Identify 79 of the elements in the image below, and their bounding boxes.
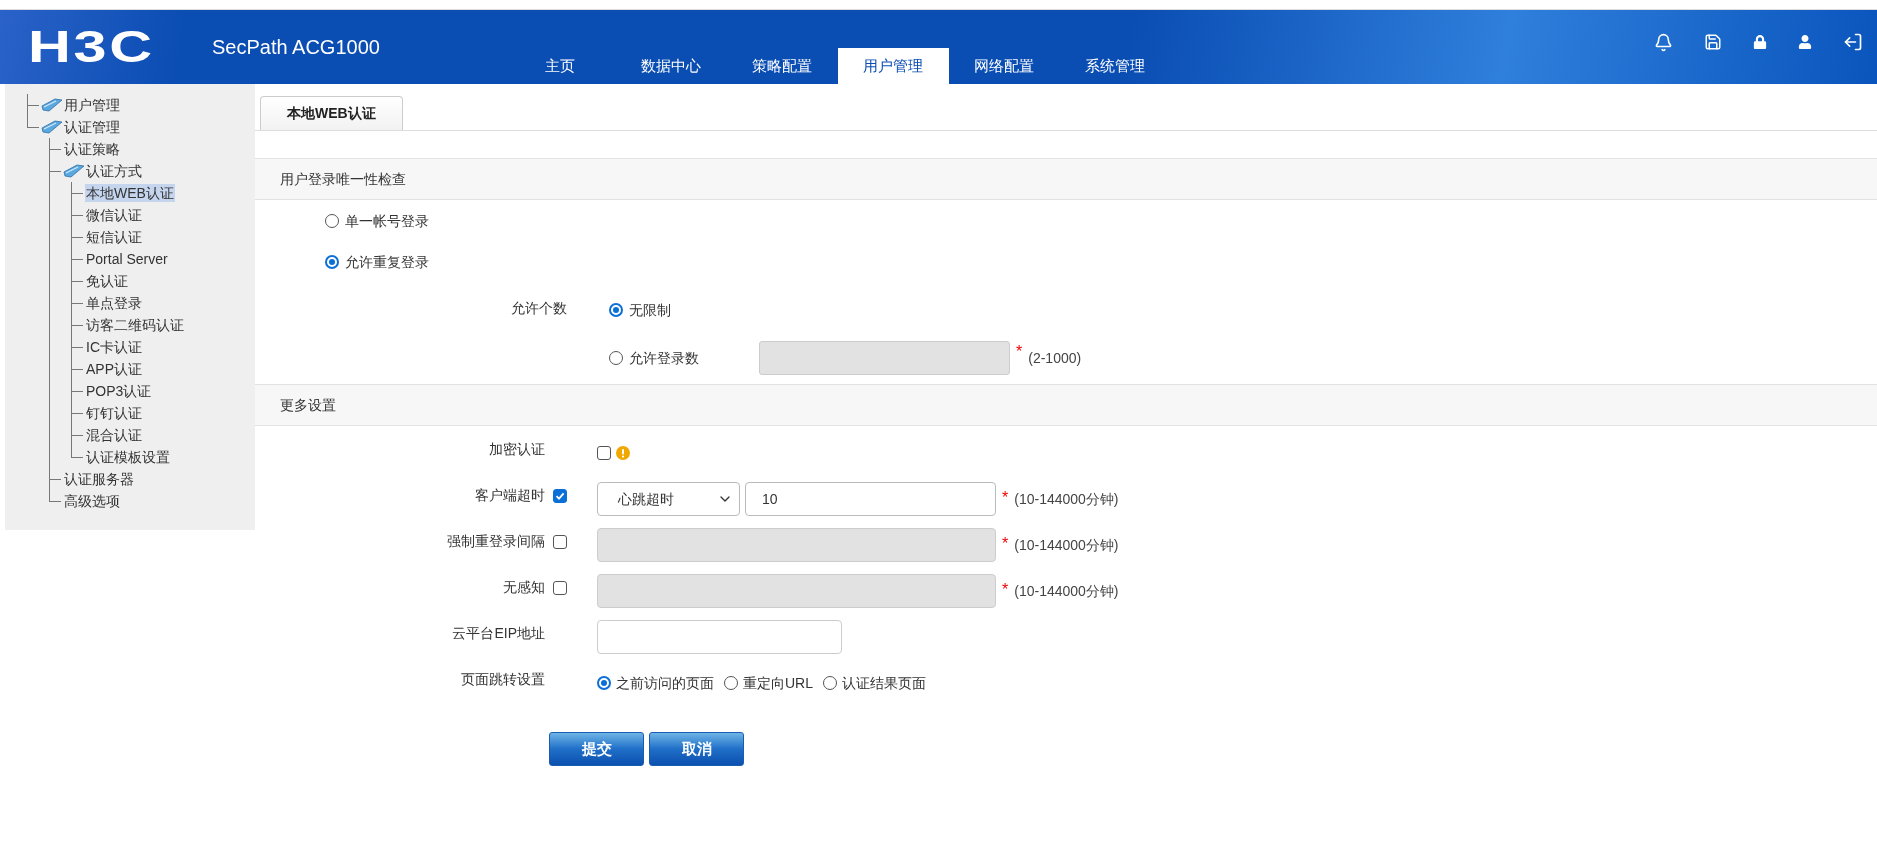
input-field[interactable]	[597, 528, 996, 562]
page-tab[interactable]: 本地WEB认证	[260, 96, 403, 130]
section-title: 更多设置	[280, 395, 336, 415]
folder-icon	[41, 98, 63, 112]
radio-button[interactable]	[823, 676, 837, 690]
radio-label: 认证结果页面	[842, 673, 926, 693]
range-hint: (2-1000)	[1028, 348, 1082, 368]
radio-button[interactable]	[325, 214, 339, 228]
field-label: 云平台EIP地址	[452, 624, 545, 643]
tree-item[interactable]: 认证模板设置	[85, 448, 171, 466]
section-title: 用户登录唯一性检查	[280, 169, 406, 189]
tree-item[interactable]: 本地WEB认证	[85, 184, 175, 202]
tree-item[interactable]: 钉钉认证	[85, 404, 143, 422]
range-hint: (10-144000分钟)	[1014, 489, 1119, 509]
tree-item[interactable]: 单点登录	[85, 294, 143, 312]
required-mark: *	[1002, 534, 1009, 554]
radio-button[interactable]	[325, 255, 339, 269]
tree-item[interactable]: 认证服务器	[63, 470, 135, 488]
radio-label: 之前访问的页面	[616, 673, 714, 693]
product-name: SecPath ACG1000	[212, 35, 380, 60]
tree-item[interactable]: 认证策略	[63, 140, 121, 158]
tree-item[interactable]: APP认证	[85, 360, 143, 378]
nav-tab[interactable]: 数据中心	[615, 48, 727, 84]
tree-item[interactable]: 用户管理	[63, 96, 121, 114]
tree-item[interactable]: 认证方式	[85, 162, 143, 180]
nav-tab[interactable]: 网络配置	[948, 48, 1060, 84]
checkbox[interactable]	[597, 446, 611, 460]
input-field[interactable]	[759, 341, 1010, 375]
nav-tab[interactable]: 策略配置	[726, 48, 838, 84]
tree-item[interactable]: IC卡认证	[85, 338, 143, 356]
input-field[interactable]: 10	[745, 482, 996, 516]
action-button[interactable]: 提交	[549, 732, 644, 766]
radio-button[interactable]	[609, 351, 623, 365]
tree-item[interactable]: 短信认证	[85, 228, 143, 246]
nav-tab[interactable]: 用户管理	[837, 48, 949, 84]
nav-tab[interactable]: 主页	[504, 48, 616, 84]
logout-icon[interactable]	[1843, 32, 1863, 52]
field-label: 客户端超时	[475, 486, 545, 505]
lock-icon[interactable]	[1753, 35, 1767, 49]
tree-item[interactable]: 微信认证	[85, 206, 143, 224]
radio-button[interactable]	[724, 676, 738, 690]
bell-icon[interactable]	[1654, 32, 1673, 52]
logo: H3C	[28, 25, 155, 69]
checkbox[interactable]	[553, 488, 567, 503]
radio-label: 允许重复登录	[345, 252, 429, 272]
radio-label: 无限制	[629, 300, 672, 320]
required-mark: *	[1002, 488, 1009, 508]
tree-item[interactable]: 混合认证	[85, 426, 143, 444]
field-label: 强制重登录间隔	[447, 532, 545, 551]
tree-item[interactable]: 访客二维码认证	[85, 316, 185, 334]
tree-item[interactable]: 认证管理	[63, 118, 121, 136]
range-hint: (10-144000分钟)	[1014, 581, 1119, 601]
field-label: 页面跳转设置	[461, 670, 545, 689]
action-button[interactable]: 取消	[649, 732, 744, 766]
radio-label: 重定向URL	[743, 673, 813, 693]
input-field[interactable]	[597, 574, 996, 608]
folder-icon	[41, 120, 63, 134]
radio-button[interactable]	[609, 303, 623, 317]
nav-tab[interactable]: 系统管理	[1059, 48, 1171, 84]
required-mark: *	[1002, 580, 1009, 600]
tree-item[interactable]: 免认证	[85, 272, 129, 290]
tree-item[interactable]: POP3认证	[85, 382, 153, 400]
dropdown[interactable]: 心跳超时	[597, 482, 740, 516]
radio-label: 单一帐号登录	[345, 211, 429, 231]
checkbox[interactable]	[553, 534, 567, 549]
field-label: 无感知	[503, 578, 545, 597]
required-mark: *	[1016, 342, 1023, 362]
folder-icon	[63, 164, 85, 178]
input-field[interactable]	[597, 620, 842, 654]
tree-item[interactable]: Portal Server	[85, 250, 169, 268]
field-label: 加密认证	[489, 440, 545, 459]
tree-item[interactable]: 高级选项	[63, 492, 121, 510]
save-icon[interactable]	[1704, 33, 1722, 51]
range-hint: (10-144000分钟)	[1014, 535, 1119, 555]
radio-label: 允许登录数	[629, 348, 700, 368]
radio-button[interactable]	[597, 676, 611, 690]
user-icon[interactable]	[1798, 35, 1812, 49]
field-label: 允许个数	[511, 298, 567, 318]
checkbox[interactable]	[553, 580, 567, 595]
